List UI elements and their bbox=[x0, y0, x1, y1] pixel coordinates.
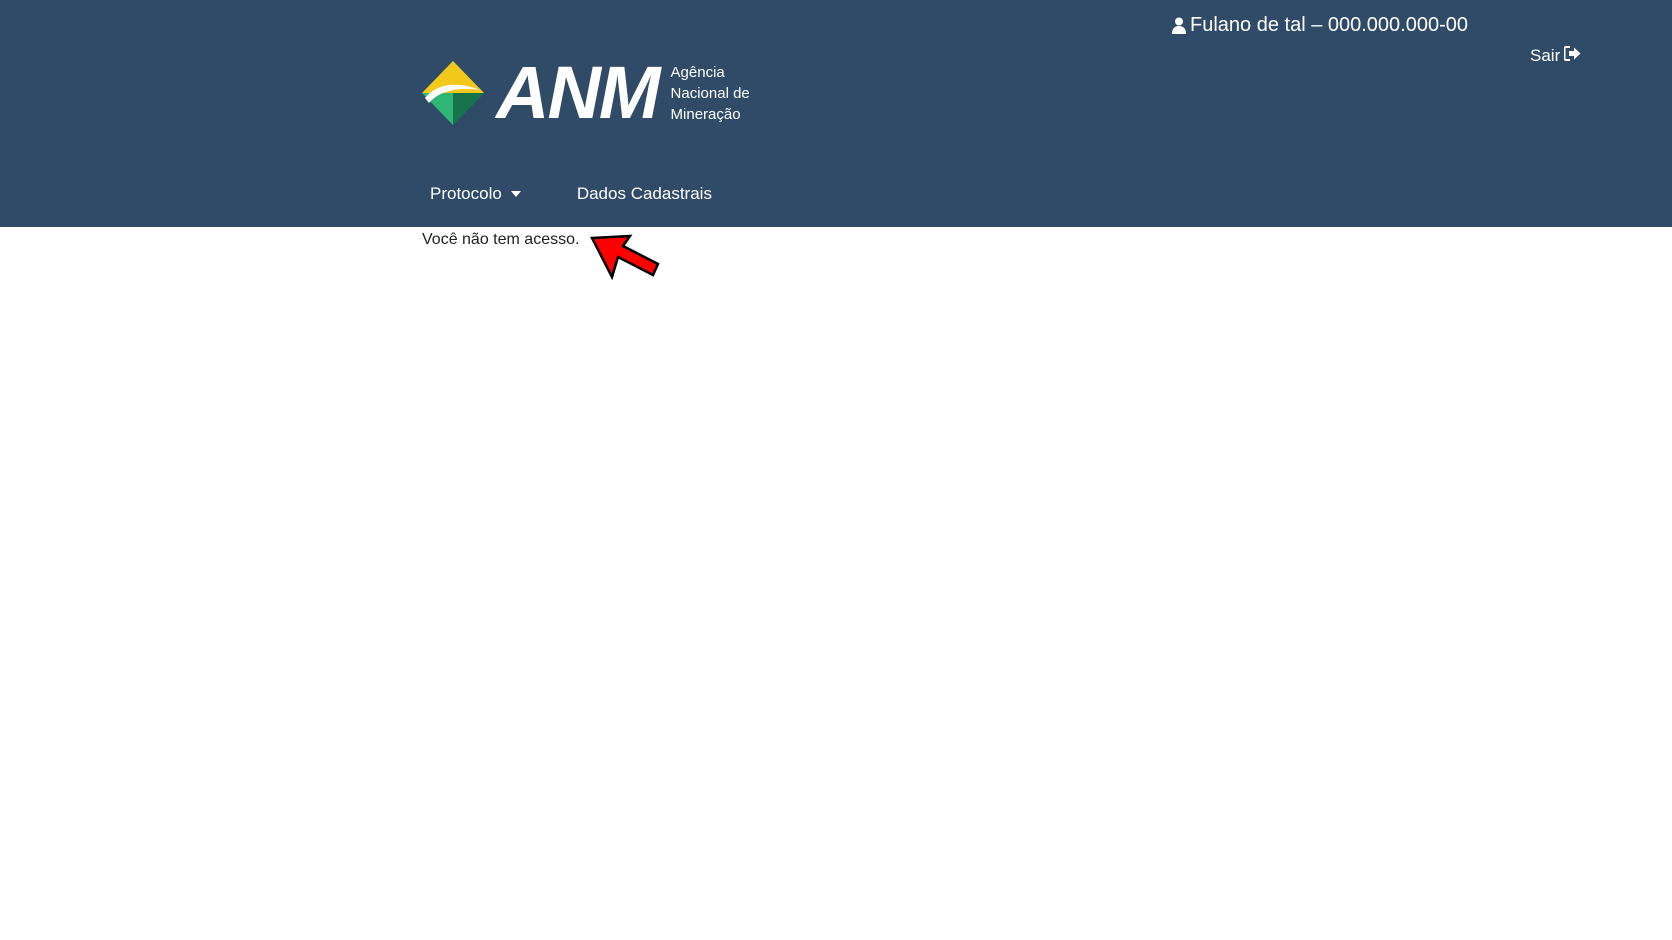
user-name-label: Fulano de tal – 000.000.000-00 bbox=[1190, 14, 1468, 36]
caret-down-icon[interactable] bbox=[510, 191, 521, 197]
anm-logo[interactable]: ANM Agência Nacional de Mineração bbox=[420, 56, 750, 130]
nav-item-label[interactable]: Protocolo bbox=[430, 184, 502, 204]
arrow-annotation-icon bbox=[590, 234, 660, 285]
header-bar: Fulano de tal – 000.000.000-00 Sair ANM … bbox=[0, 0, 1672, 227]
logout-button[interactable]: Sair bbox=[1530, 46, 1581, 66]
logout-label[interactable]: Sair bbox=[1530, 46, 1560, 66]
nav-item-protocolo[interactable]: Protocolo bbox=[420, 180, 531, 208]
logo-fullname-line: Nacional de bbox=[670, 84, 750, 102]
logo-fullname-line: Agência bbox=[670, 63, 725, 81]
logo-acronym: ANM bbox=[496, 51, 661, 134]
logo-fullname: Agência Nacional de Mineração bbox=[671, 62, 750, 125]
nav-item-dados-cadastrais[interactable]: Dados Cadastrais bbox=[567, 180, 722, 208]
user-icon bbox=[1172, 17, 1186, 34]
sign-out-icon[interactable] bbox=[1563, 46, 1581, 66]
access-denied-message: Você não tem acesso. bbox=[422, 231, 580, 248]
user-info: Fulano de tal – 000.000.000-00 bbox=[1172, 14, 1468, 37]
nav-item-label[interactable]: Dados Cadastrais bbox=[577, 184, 712, 204]
anm-logo-mark-icon bbox=[420, 60, 486, 126]
main-nav: Protocolo Dados Cadastrais bbox=[420, 180, 722, 208]
logo-fullname-line: Mineração bbox=[670, 105, 741, 123]
